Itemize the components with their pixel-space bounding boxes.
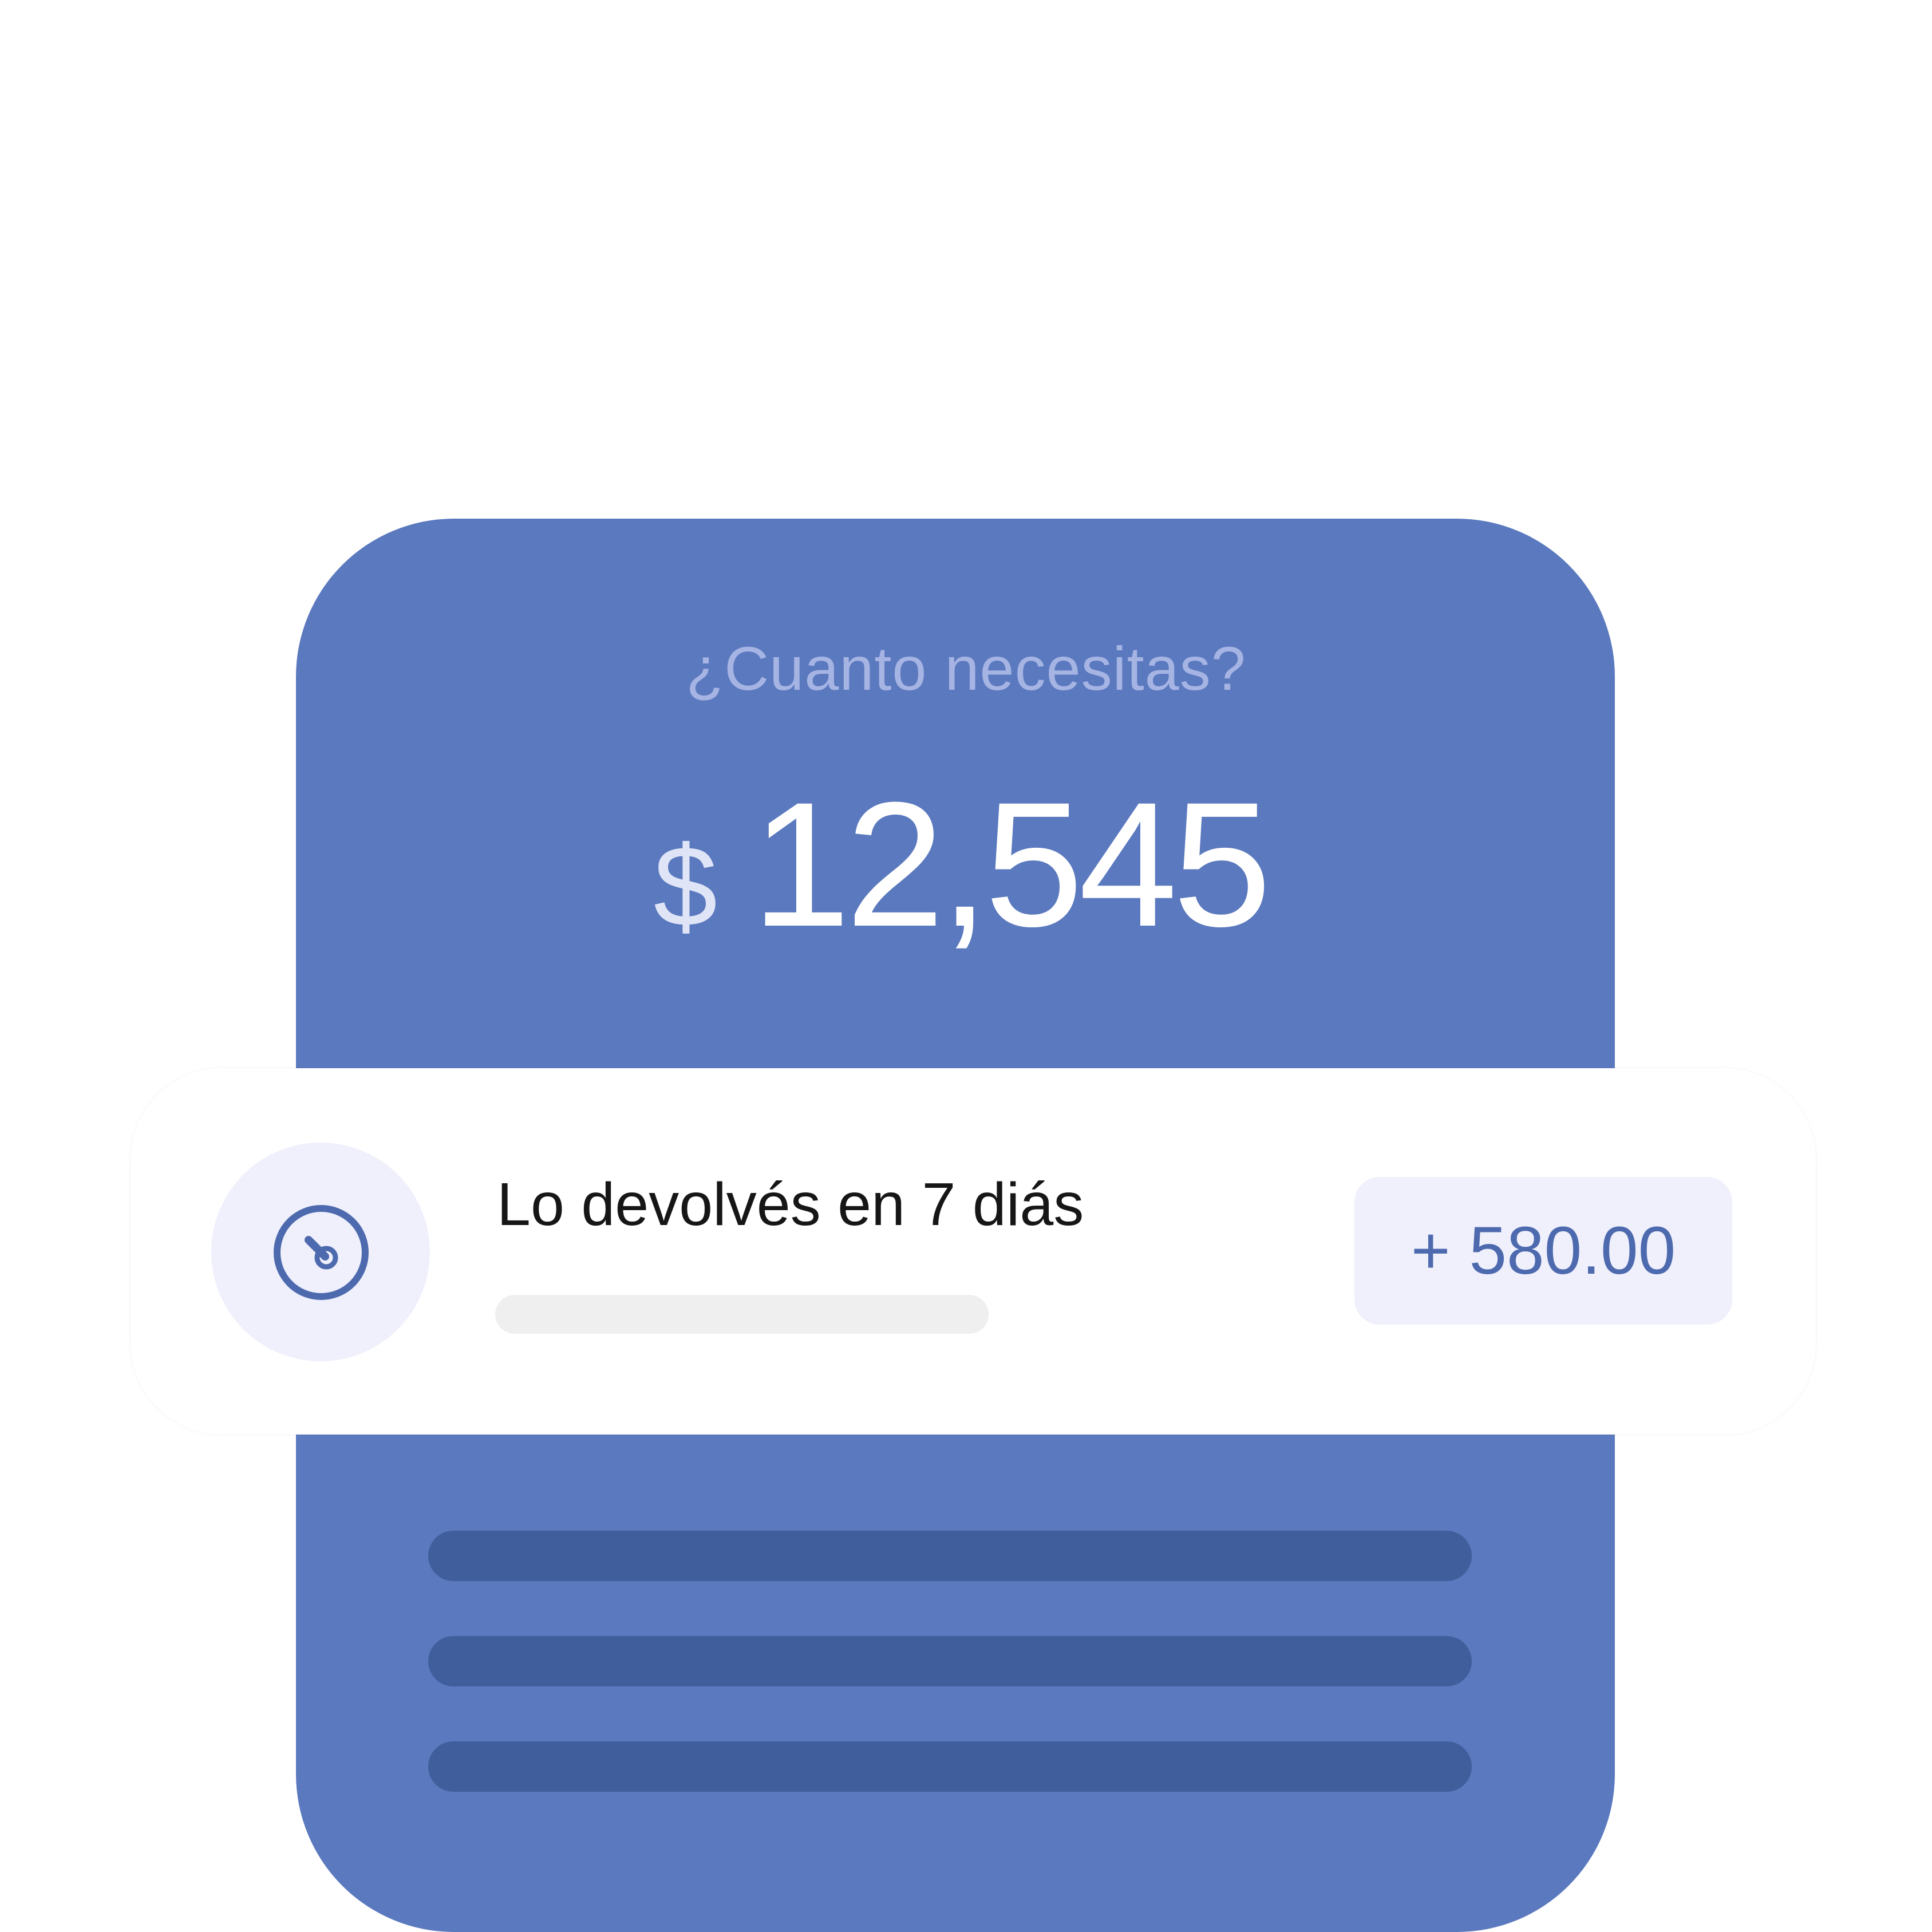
placeholder-line (428, 1531, 1472, 1581)
amount-value: 12,545 (752, 765, 1271, 963)
placeholder-bar (495, 1295, 989, 1334)
repayment-row[interactable]: Lo devolvés en 7 diás + 580.00 (131, 1068, 1816, 1435)
timer-icon (274, 1205, 369, 1300)
placeholder-line (428, 1741, 1472, 1792)
repayment-title: Lo devolvés en 7 diás (497, 1171, 1084, 1238)
currency-symbol: $ (653, 823, 718, 950)
interest-badge: + 580.00 (1354, 1177, 1732, 1325)
timer-icon-badge (211, 1143, 430, 1361)
amount-question: ¿Cuanto necesitas? (686, 634, 1246, 703)
placeholder-line (428, 1636, 1472, 1686)
amount-display[interactable]: $ 12,545 (0, 776, 1932, 959)
